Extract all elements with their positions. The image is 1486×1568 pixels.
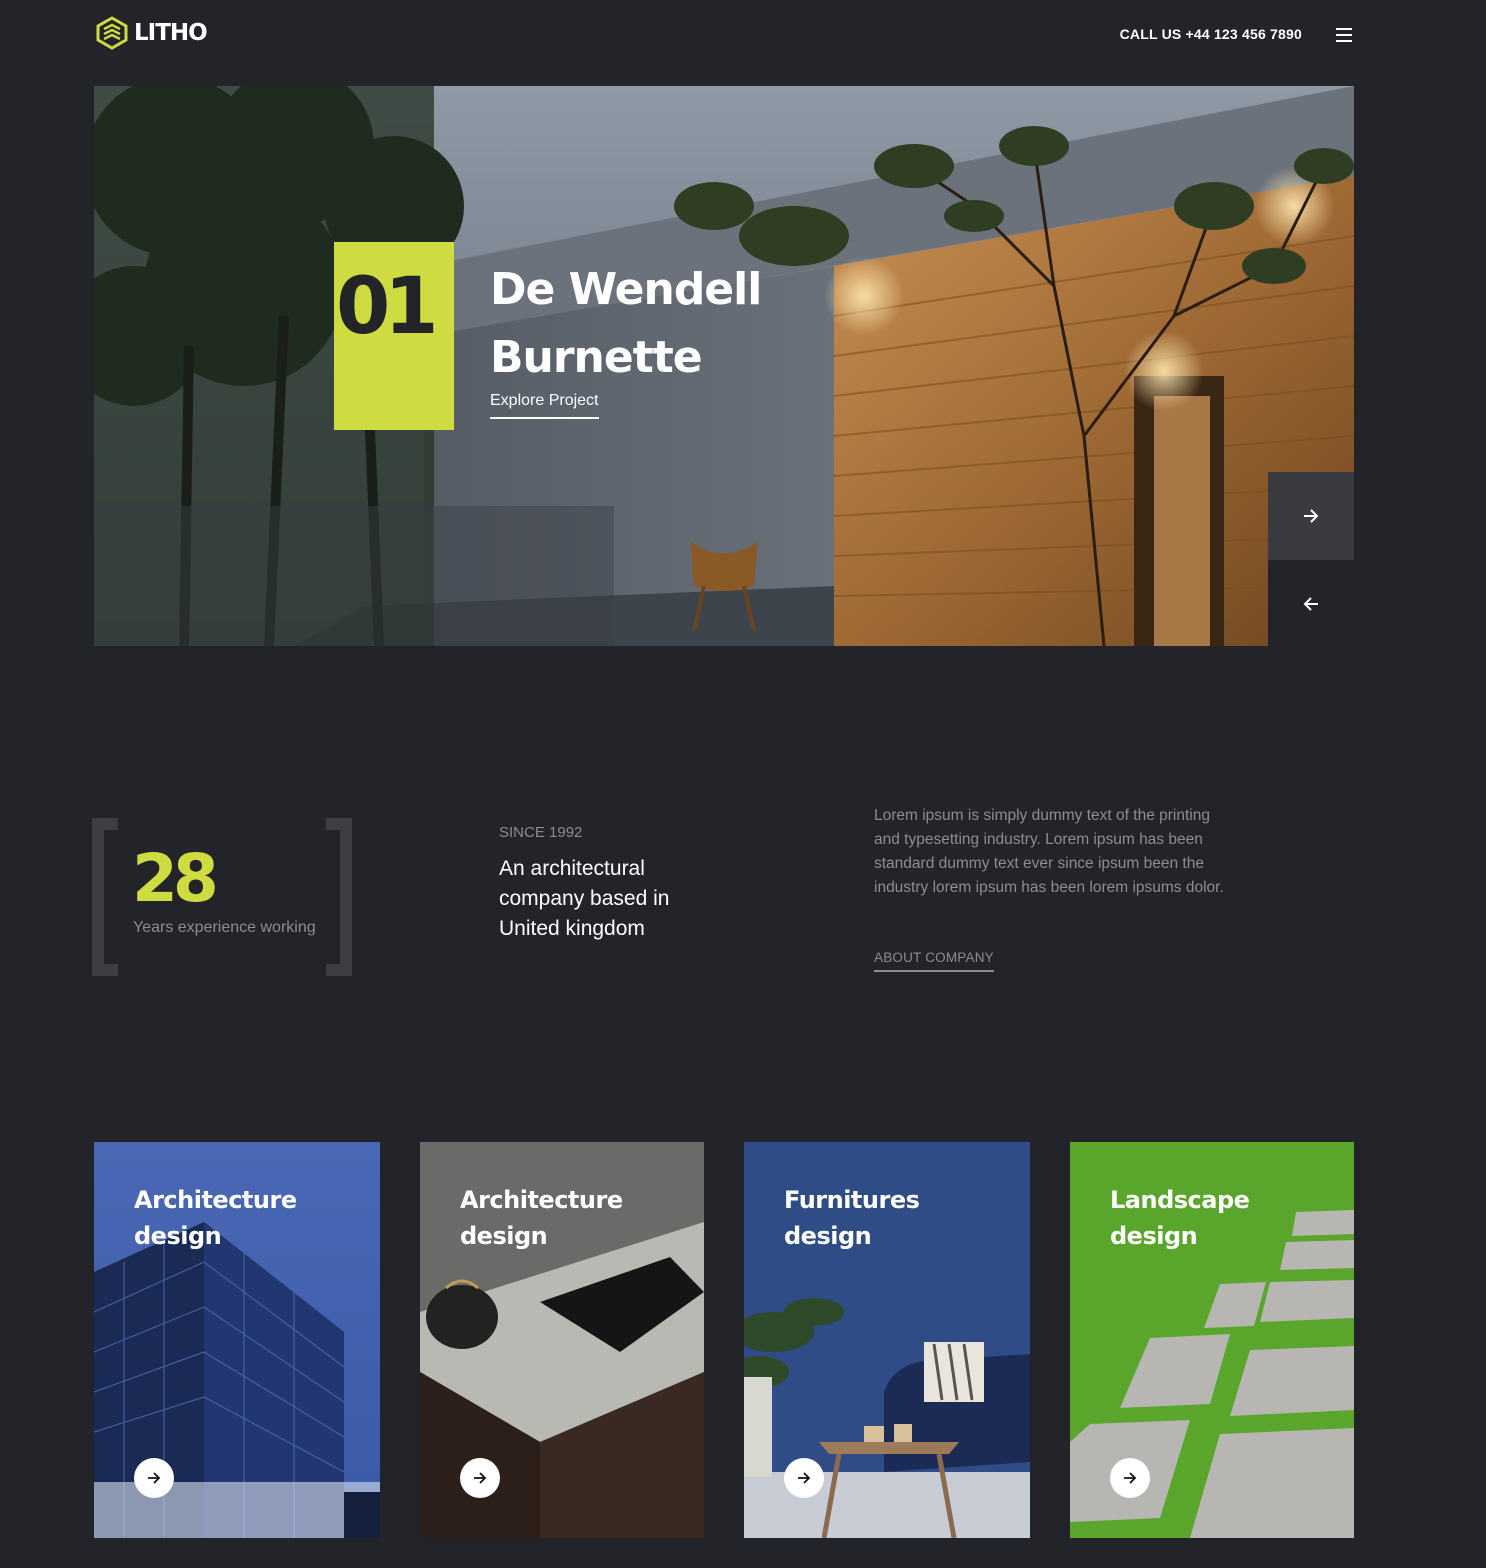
explore-project-link[interactable]: Explore Project <box>490 392 599 419</box>
card-arrow-button[interactable] <box>1110 1458 1150 1498</box>
service-card-landscape[interactable]: Landscape design <box>1070 1142 1354 1538</box>
service-card-architecture-1[interactable]: Architecture design <box>94 1142 380 1538</box>
hero-slider: 01 De Wendell Burnette Explore Project <box>94 86 1354 646</box>
bracket-right <box>326 818 352 976</box>
card-arrow-button[interactable] <box>784 1458 824 1498</box>
arrow-left-icon <box>1303 597 1318 611</box>
card-arrow-button[interactable] <box>134 1458 174 1498</box>
card-title: Architecture design <box>134 1186 297 1250</box>
slide-number-box: 01 <box>334 242 454 430</box>
service-card-furnitures[interactable]: Furnitures design <box>744 1142 1030 1538</box>
company-tagline: An architectural company based in United… <box>499 857 670 940</box>
hamburger-menu-icon[interactable] <box>1334 27 1354 43</box>
call-us-phone[interactable]: CALL US +44 123 456 7890 <box>1120 26 1302 42</box>
card-title: Furnitures design <box>784 1186 920 1250</box>
arrow-right-icon <box>148 1472 161 1484</box>
slide-number: 01 <box>336 262 439 352</box>
slider-next-button[interactable] <box>1268 472 1354 560</box>
arrow-right-icon <box>474 1472 487 1484</box>
logo-text: LITHO <box>134 20 208 46</box>
company-description: Lorem ipsum is simply dummy text of the … <box>874 807 1224 896</box>
about-company-link[interactable]: ABOUT COMPANY <box>874 950 994 972</box>
arrow-right-icon <box>1124 1472 1137 1484</box>
card-arrow-button[interactable] <box>460 1458 500 1498</box>
card-title: Architecture design <box>460 1186 623 1250</box>
years-label: Years experience working <box>133 919 316 936</box>
slider-prev-button[interactable] <box>1268 560 1354 646</box>
logo-icon <box>96 16 128 50</box>
years-value: 28 <box>132 840 219 917</box>
card-title: Landscape design <box>1110 1186 1250 1250</box>
service-card-architecture-2[interactable]: Architecture design <box>420 1142 704 1538</box>
since-label: SINCE 1992 <box>499 824 583 841</box>
hero-title: De Wendell Burnette <box>490 264 762 383</box>
arrow-right-icon <box>1304 509 1319 523</box>
experience-counter: 28 Years experience working <box>92 818 352 976</box>
bracket-left <box>92 818 118 976</box>
arrow-right-icon <box>798 1472 811 1484</box>
logo[interactable]: LITHO <box>96 16 208 50</box>
